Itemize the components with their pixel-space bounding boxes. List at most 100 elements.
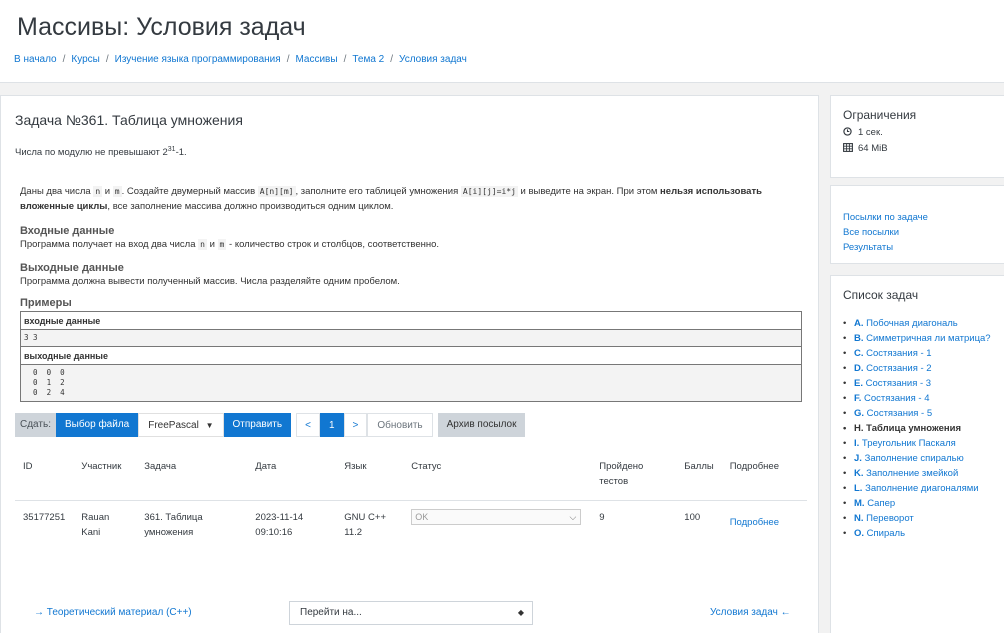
breadcrumb-separator: / (105, 54, 109, 65)
task-statement: Даны два числа n и m. Создайте двумерный… (20, 184, 802, 289)
task-link[interactable]: C. Состязания - 1 (854, 348, 932, 359)
task-name: Таблица умножения (866, 423, 961, 434)
breadcrumb-topic[interactable]: Тема 2 (352, 54, 384, 65)
breadcrumb-course[interactable]: Изучение языка программирования (115, 54, 281, 65)
col-tests: Пройдено тестов (591, 452, 677, 501)
example-input-value: 3 3 (21, 330, 801, 347)
memory-limit: 64 MiB (843, 143, 995, 154)
page-prev-button[interactable]: < (296, 413, 320, 437)
task-link[interactable]: E. Состязания - 3 (854, 378, 931, 389)
page-title: Массивы: Условия задач (17, 13, 306, 41)
task-list-item: I. Треугольник Паскаля (843, 436, 995, 451)
task-link[interactable]: J. Заполнение спиралью (854, 453, 964, 464)
breadcrumb-courses[interactable]: Курсы (71, 54, 99, 65)
cell-task: 361. Таблица умножения (144, 511, 203, 538)
status-select[interactable]: OK ⌵ (411, 508, 582, 525)
task-letter: K. (854, 468, 864, 479)
statement-paragraph: Даны два числа n и m. Создайте двумерный… (20, 184, 802, 214)
task-list-item: H. Таблица умножения (843, 421, 995, 436)
examples-title: Примеры (20, 297, 72, 309)
task-letter: C. (854, 348, 864, 359)
task-title: Задача №361. Таблица умножения (15, 112, 243, 128)
all-submissions-link[interactable]: Все посылки (843, 227, 899, 238)
input-description: Программа получает на вход два числа n и… (20, 237, 802, 252)
send-button[interactable]: Отправить (223, 413, 292, 437)
col-details: Подробнее (721, 452, 807, 501)
code-array: A[n][m] (257, 186, 296, 197)
breadcrumb-home[interactable]: В начало (14, 54, 57, 65)
task-letter: F. (854, 393, 862, 404)
table-icon (843, 143, 853, 154)
submissions-table: ID Участник Задача Дата Язык Статус Прой… (15, 452, 807, 560)
chevron-down-icon: ⌵ (569, 511, 577, 522)
task-letter: O. (854, 528, 865, 539)
task-submissions-link[interactable]: Посылки по задаче (843, 212, 928, 223)
page-next-button[interactable]: > (343, 413, 368, 437)
breadcrumb: В начало / Курсы / Изучение языка программ… (14, 54, 467, 65)
breadcrumb-section[interactable]: Массивы (295, 54, 337, 65)
cell-participant: Rauan Kani (81, 511, 110, 538)
task-list-item: K. Заполнение змейкой (843, 466, 995, 481)
task-name: Спираль (866, 528, 906, 539)
prev-activity-link[interactable]: → Теоретический материал (C++) (34, 607, 192, 618)
cell-details: Подробнее (722, 500, 807, 560)
task-name: Состязания - 4 (864, 393, 930, 404)
jump-to-select[interactable]: Перейти на... ◆ (289, 601, 533, 625)
task-list-item: A. Побочная диагональ (843, 316, 995, 331)
task-letter: B. (854, 333, 864, 344)
task-list-item: C. Состязания - 1 (843, 346, 995, 361)
jump-to-value: Перейти на... (300, 607, 362, 618)
language-select[interactable]: FreePascal ▼ (138, 413, 224, 437)
next-activity-link[interactable]: Условия задач ← (710, 607, 791, 618)
code-var-n: n (198, 239, 207, 250)
breadcrumb-current[interactable]: Условия задач (399, 54, 467, 65)
task-letter: E. (854, 378, 863, 389)
details-link[interactable]: Подробнее (730, 517, 779, 528)
statement-text: и (102, 186, 113, 197)
clock-icon (843, 127, 853, 138)
task-link[interactable]: K. Заполнение змейкой (854, 468, 958, 479)
cell-score: 100 (684, 511, 701, 523)
task-link[interactable]: G. Состязания - 5 (854, 408, 932, 419)
output-description: Программа должна вывести полученный масс… (20, 276, 400, 287)
task-letter: M. (854, 498, 865, 509)
task-link[interactable]: D. Состязания - 2 (854, 363, 932, 374)
col-language: Язык (336, 452, 404, 501)
table-row: 35177251 Rauan Kani 361. Таблица умножен… (15, 500, 807, 560)
limits-title: Ограничения (843, 108, 917, 122)
results-link[interactable]: Результаты (843, 242, 893, 253)
cell-date: 2023-11-14 09:10:16 (255, 511, 304, 538)
cell-language: GNU C++ 11.2 (344, 511, 386, 538)
breadcrumb-separator: / (343, 54, 347, 65)
task-list-title: Список задач (843, 288, 919, 302)
code-formula: A[i][j]=i*j (460, 186, 518, 197)
task-link[interactable]: F. Состязания - 4 (854, 393, 929, 404)
task-name: Состязания - 2 (866, 363, 932, 374)
archive-button[interactable]: Архив посылок (437, 413, 526, 437)
task-link[interactable]: O. Спираль (854, 528, 905, 539)
task-link[interactable]: N. Переворот (854, 513, 914, 524)
task-name: Заполнение диагоналями (865, 483, 979, 494)
task-name: Треугольник Паскаля (861, 438, 956, 449)
task-letter: N. (854, 513, 864, 524)
task-list-item: E. Состязания - 3 (843, 376, 995, 391)
task-letter: A. (854, 318, 864, 329)
refresh-button[interactable]: Обновить (367, 413, 433, 437)
task-link[interactable]: B. Симметричная ли матрица? (854, 333, 991, 344)
task-link[interactable]: M. Сапер (854, 498, 895, 509)
task-name: Состязания - 1 (866, 348, 932, 359)
task-link[interactable]: A. Побочная диагональ (854, 318, 958, 329)
task-list-item: D. Состязания - 2 (843, 361, 995, 376)
statement-text: , заполните его таблицей умножения (295, 186, 461, 197)
page-current-button[interactable]: 1 (319, 413, 344, 437)
cell-tests: 9 (599, 511, 605, 523)
input-text: и (206, 239, 218, 250)
task-name: Заполнение спиралью (864, 453, 964, 464)
submit-bar: Сдать: Выбор файла FreePascal ▼ Отправит… (15, 413, 526, 437)
limits-block: Ограничения 1 сек. 64 MiB (830, 95, 1004, 178)
task-letter: G. (854, 408, 865, 419)
task-link[interactable]: I. Треугольник Паскаля (854, 438, 956, 449)
choose-file-button[interactable]: Выбор файла (55, 413, 139, 437)
task-list-item: M. Сапер (843, 496, 995, 511)
task-link[interactable]: L. Заполнение диагоналями (854, 483, 979, 494)
